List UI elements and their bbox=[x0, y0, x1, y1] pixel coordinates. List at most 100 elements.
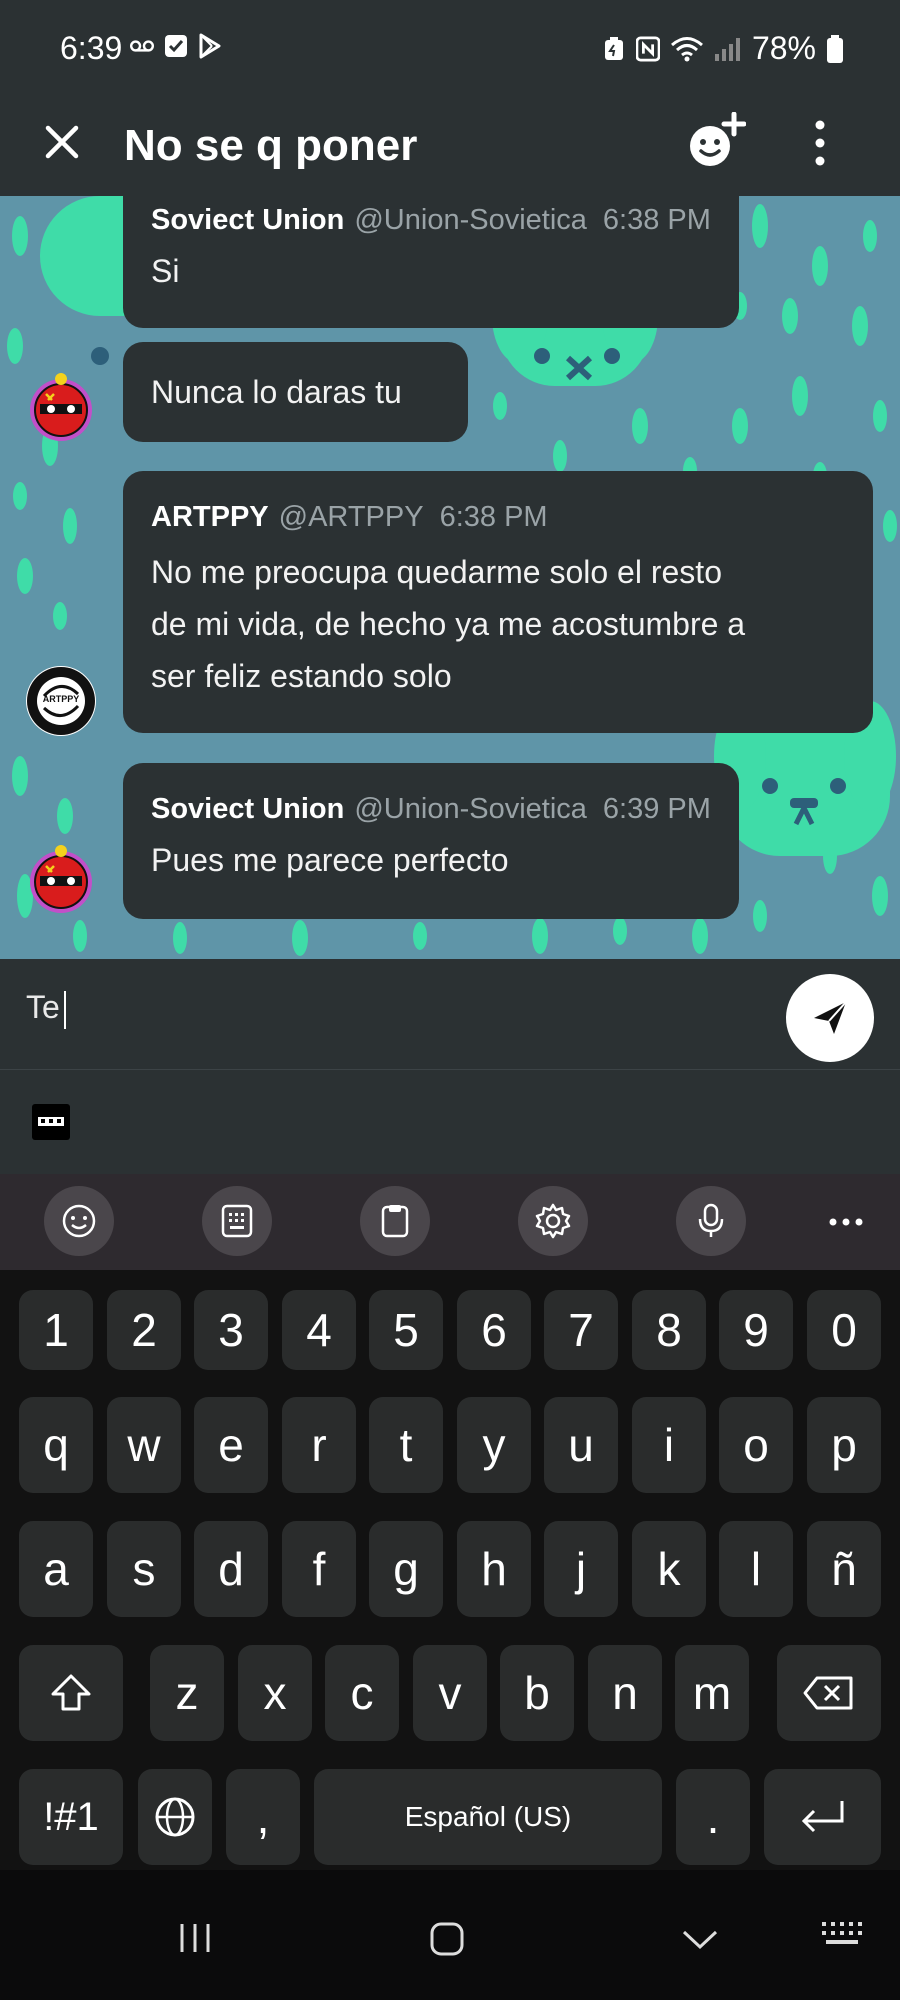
period-key[interactable]: . bbox=[676, 1769, 750, 1865]
send-button[interactable] bbox=[786, 974, 874, 1062]
status-time: 6:39 bbox=[60, 30, 123, 66]
message-meta: ARTPPY @ARTPPY 6:38 PM bbox=[151, 501, 845, 534]
message-handle: @Union-Sovietica bbox=[354, 793, 587, 825]
add-reaction-icon[interactable] bbox=[686, 111, 747, 172]
key-l[interactable]: l bbox=[719, 1521, 793, 1617]
battery-saver-icon bbox=[602, 36, 626, 61]
key-q[interactable]: q bbox=[19, 1397, 93, 1493]
space-key[interactable]: Español (US) bbox=[314, 1769, 662, 1865]
settings-gear-icon[interactable] bbox=[518, 1186, 588, 1256]
composer-attachments-row bbox=[0, 1070, 900, 1174]
key-b[interactable]: b bbox=[500, 1645, 574, 1741]
message-meta: Soviect Union @Union-Sovietica 6:38 PM bbox=[151, 204, 711, 237]
globe-icon bbox=[155, 1797, 195, 1837]
message-text-line: No me preocupa quedarme solo el resto bbox=[151, 554, 722, 590]
key-v[interactable]: v bbox=[413, 1645, 487, 1741]
key-9[interactable]: 9 bbox=[719, 1290, 793, 1370]
message-author[interactable]: Soviect Union bbox=[151, 204, 344, 236]
key-6[interactable]: 6 bbox=[457, 1290, 531, 1370]
more-options-icon[interactable] bbox=[808, 116, 832, 170]
shift-key[interactable] bbox=[19, 1645, 123, 1741]
key-g[interactable]: g bbox=[369, 1521, 443, 1617]
chat-area[interactable]: Soviect Union @Union-Sovietica 6:38 PM Si … bbox=[0, 196, 900, 959]
symbols-key[interactable]: !#1 bbox=[19, 1769, 123, 1865]
message-bubble[interactable]: ARTPPY @ARTPPY 6:38 PM No me preocupa qued… bbox=[123, 471, 873, 733]
channel-header: No se q poner bbox=[0, 100, 900, 196]
message-handle: @Union-Sovietica bbox=[354, 204, 587, 236]
key-i[interactable]: i bbox=[632, 1397, 706, 1493]
key-j[interactable]: j bbox=[544, 1521, 618, 1617]
message-input[interactable]: Te bbox=[26, 989, 66, 1029]
message-bubble[interactable]: Soviect Union @Union-Sovietica 6:38 PM Si bbox=[123, 196, 739, 328]
status-right-icons: 78% bbox=[602, 30, 844, 67]
key-c[interactable]: c bbox=[325, 1645, 399, 1741]
home-icon[interactable] bbox=[430, 1922, 464, 1961]
key-k[interactable]: k bbox=[632, 1521, 706, 1617]
enter-key[interactable] bbox=[764, 1769, 881, 1865]
message-text-line: ser feliz estando solo bbox=[151, 658, 452, 694]
key-7[interactable]: 7 bbox=[544, 1290, 618, 1370]
microphone-icon[interactable] bbox=[676, 1186, 746, 1256]
key-3[interactable]: 3 bbox=[194, 1290, 268, 1370]
message-input-value: Te bbox=[26, 989, 60, 1025]
voicemail-icon bbox=[130, 34, 154, 58]
key-d[interactable]: d bbox=[194, 1521, 268, 1617]
on-screen-keyboard: 1 2 3 4 5 6 7 8 9 0 q w e r t y u i o p … bbox=[0, 1270, 900, 1870]
key-o[interactable]: o bbox=[719, 1397, 793, 1493]
message-handle: @ARTPPY bbox=[278, 501, 424, 533]
keyboard-toggle-icon[interactable] bbox=[32, 1104, 70, 1140]
language-key[interactable] bbox=[138, 1769, 212, 1865]
message-text: Nunca lo daras tu bbox=[151, 374, 402, 410]
key-u[interactable]: u bbox=[544, 1397, 618, 1493]
recent-apps-icon[interactable] bbox=[178, 1922, 212, 1959]
key-p[interactable]: p bbox=[807, 1397, 881, 1493]
clipboard-icon[interactable] bbox=[360, 1186, 430, 1256]
avatar[interactable]: ARTPPY bbox=[26, 666, 96, 736]
key-f[interactable]: f bbox=[282, 1521, 356, 1617]
message-time: 6:38 PM bbox=[439, 501, 548, 533]
avatar-text: ARTPPY bbox=[42, 694, 80, 704]
message-author[interactable]: ARTPPY bbox=[151, 501, 269, 533]
battery-percent: 78% bbox=[751, 30, 816, 66]
key-s[interactable]: s bbox=[107, 1521, 181, 1617]
signal-icon bbox=[714, 37, 742, 61]
keyboard-hide-icon[interactable] bbox=[822, 1922, 862, 1957]
key-0[interactable]: 0 bbox=[807, 1290, 881, 1370]
key-a[interactable]: a bbox=[19, 1521, 93, 1617]
key-2[interactable]: 2 bbox=[107, 1290, 181, 1370]
key-h[interactable]: h bbox=[457, 1521, 531, 1617]
message-bubble[interactable]: Soviect Union @Union-Sovietica 6:39 PM Pue… bbox=[123, 763, 739, 919]
backspace-key[interactable] bbox=[777, 1645, 881, 1741]
shift-icon bbox=[51, 1674, 91, 1711]
message-time: 6:39 PM bbox=[602, 793, 711, 825]
avatar[interactable] bbox=[26, 844, 96, 914]
key-y[interactable]: y bbox=[457, 1397, 531, 1493]
key-e[interactable]: e bbox=[194, 1397, 268, 1493]
key-r[interactable]: r bbox=[282, 1397, 356, 1493]
message-author[interactable]: Soviect Union bbox=[151, 793, 344, 825]
key-w[interactable]: w bbox=[107, 1397, 181, 1493]
keyboard-layout-icon[interactable] bbox=[202, 1186, 272, 1256]
key-m[interactable]: m bbox=[675, 1645, 749, 1741]
message-bubble[interactable]: Nunca lo daras tu bbox=[123, 342, 468, 442]
send-icon bbox=[814, 1001, 847, 1034]
key-5[interactable]: 5 bbox=[369, 1290, 443, 1370]
status-bar: 6:39 78% bbox=[0, 0, 900, 100]
key-z[interactable]: z bbox=[150, 1645, 224, 1741]
key-t[interactable]: t bbox=[369, 1397, 443, 1493]
key-1[interactable]: 1 bbox=[19, 1290, 93, 1370]
key-8[interactable]: 8 bbox=[632, 1290, 706, 1370]
key-n[interactable]: n bbox=[588, 1645, 662, 1741]
emoji-icon[interactable] bbox=[44, 1186, 114, 1256]
message-composer: Te bbox=[0, 959, 900, 1070]
key-enye[interactable]: ñ bbox=[807, 1521, 881, 1617]
avatar[interactable] bbox=[26, 372, 96, 442]
comma-key[interactable]: , bbox=[226, 1769, 300, 1865]
key-4[interactable]: 4 bbox=[282, 1290, 356, 1370]
enter-icon bbox=[801, 1801, 843, 1833]
close-icon[interactable] bbox=[40, 120, 84, 164]
more-toolbar-icon[interactable] bbox=[828, 1204, 864, 1240]
key-x[interactable]: x bbox=[238, 1645, 312, 1741]
wifi-icon bbox=[670, 36, 704, 61]
back-chevron-down-icon[interactable] bbox=[682, 1930, 718, 1955]
